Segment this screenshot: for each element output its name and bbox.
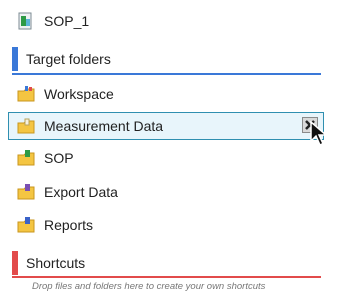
folder-sop-icon [16,148,36,168]
folder-item-workspace[interactable]: Workspace [16,81,114,107]
folder-item-reports[interactable]: Reports [16,212,93,238]
shortcuts-header: Shortcuts [12,250,85,276]
folder-item-export-data[interactable]: Export Data [16,179,118,205]
folder-item-sop[interactable]: SOP [16,145,74,171]
shortcuts-drop-hint: Drop files and folders here to create yo… [32,281,266,292]
target-folders-title: Target folders [26,51,111,67]
target-folders-header: Target folders [12,46,111,72]
shortcuts-title: Shortcuts [26,255,86,271]
folder-workspace-icon [16,84,36,104]
sop-file-item[interactable]: SOP_1 [16,8,89,34]
folder-export-icon [16,182,36,202]
folder-label-reports: Reports [44,217,94,233]
sop-file-label: SOP_1 [44,13,90,29]
shortcuts-accent [12,251,18,275]
folder-item-measurement-data[interactable]: Measurement Data [16,113,163,139]
target-folders-accent [12,47,18,71]
folder-icon [16,116,36,136]
shortcuts-divider [12,276,321,278]
folder-label-workspace: Workspace [44,86,114,102]
folder-label-measurement-data: Measurement Data [44,118,164,134]
mouse-cursor-icon [310,121,329,147]
folder-label-export-data: Export Data [44,184,118,200]
document-icon [16,11,36,31]
target-folders-divider [12,73,321,75]
folder-reports-icon [16,215,36,235]
folder-label-sop: SOP [44,150,74,166]
